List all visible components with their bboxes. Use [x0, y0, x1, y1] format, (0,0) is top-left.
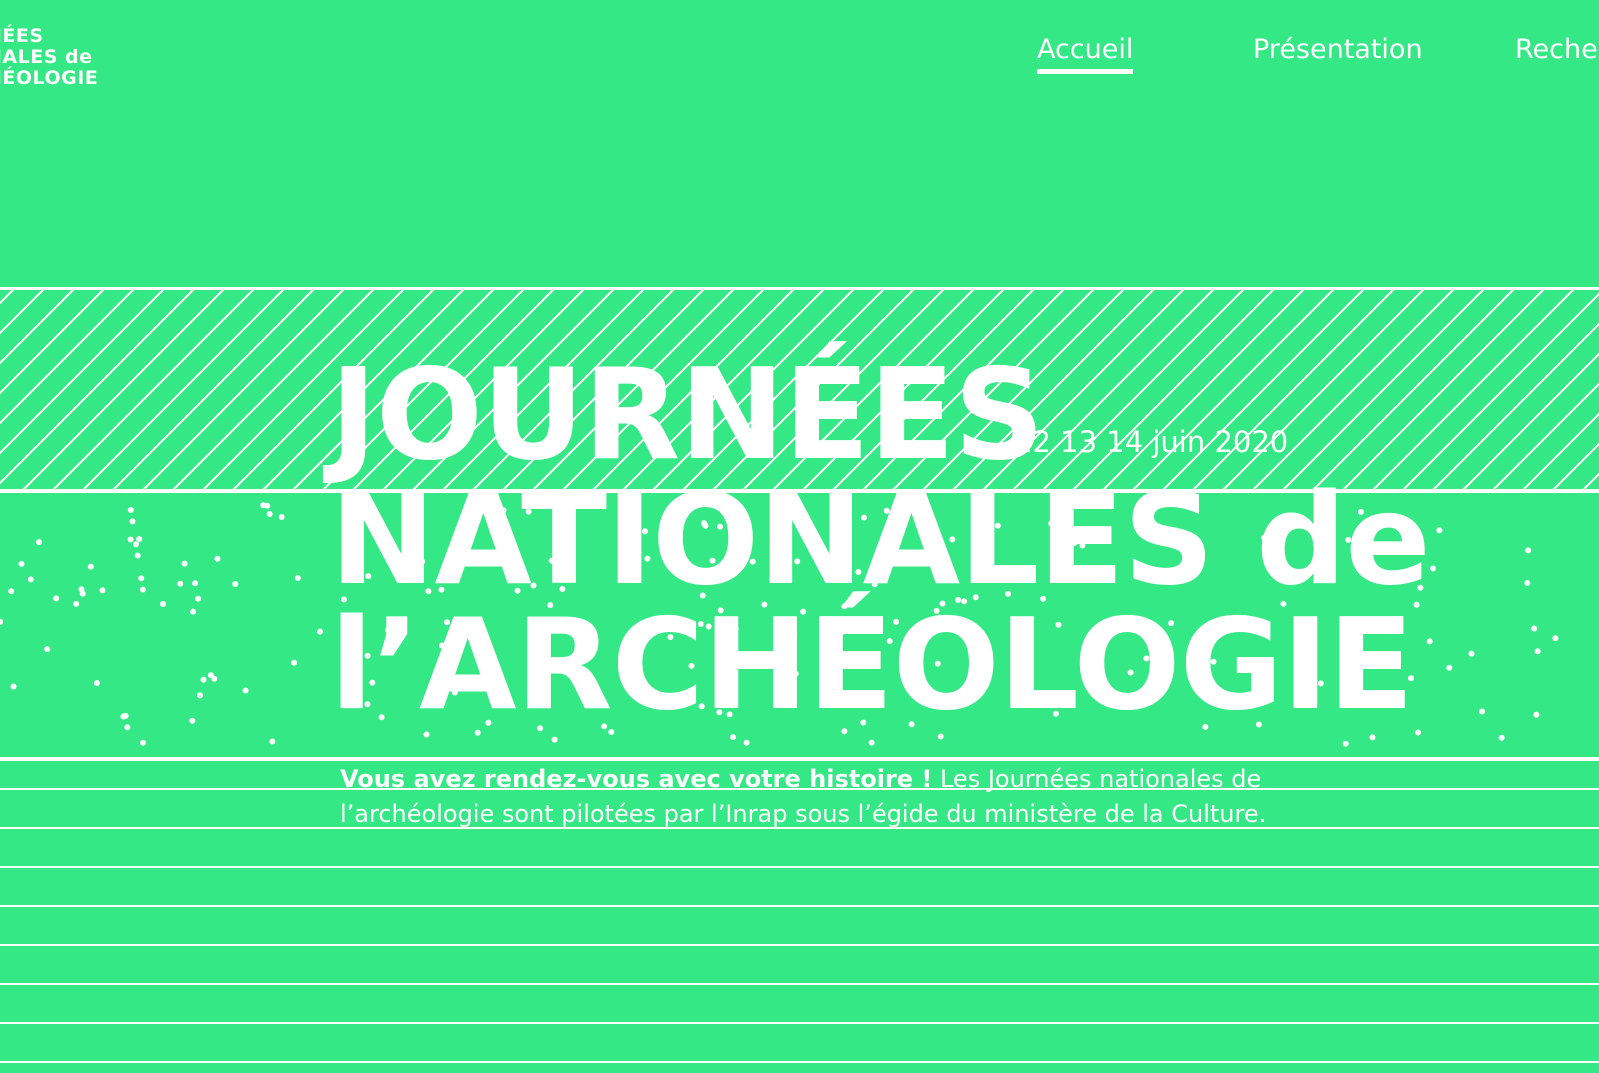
hero-title: JOURNÉES NATIONALES de l’ARCHÉOLOGIE — [330, 352, 1431, 738]
hero-title-line-2: NATIONALES de — [330, 466, 1431, 613]
nav-link-accueil[interactable]: Accueil — [1037, 34, 1134, 74]
hero-intro-bold: Vous avez rendez-vous avec votre histoir… — [340, 765, 933, 793]
hero-title-line-3: l’ARCHÉOLOGIE — [330, 591, 1414, 738]
hero-intro-text: Vous avez rendez-vous avec votre histoir… — [340, 762, 1320, 832]
event-dates: 12 13 14 juin 2020 — [1014, 425, 1289, 459]
main-navigation: Accueil Présentation Reche — [0, 34, 1599, 84]
nav-link-presentation[interactable]: Présentation — [1253, 34, 1423, 65]
nav-link-recherche[interactable]: Reche — [1515, 34, 1598, 65]
